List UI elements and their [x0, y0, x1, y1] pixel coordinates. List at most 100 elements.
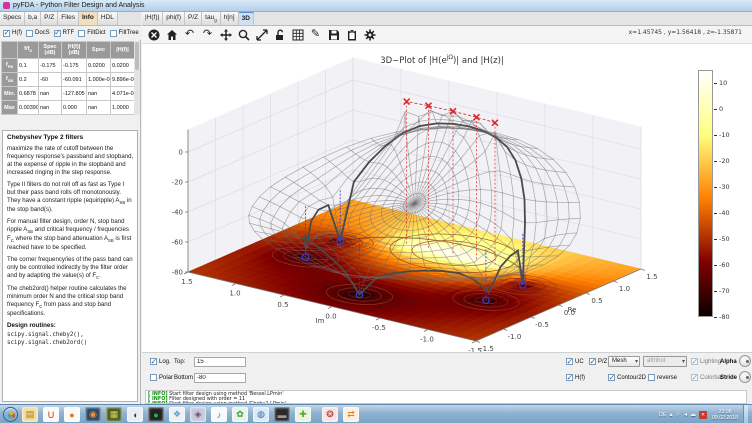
3d-surface-plot[interactable]: 0-20-40-60-801.51.00.50.0-0.5-1.0-1.5-1.… [142, 44, 752, 352]
lighting-checkbox[interactable]: Lighting [691, 358, 721, 365]
colorbar-tickmark [714, 187, 717, 188]
svg-text:1.5: 1.5 [646, 273, 657, 281]
taskbar-app-app-arrows[interactable]: ⇄ [343, 407, 359, 422]
svg-text:-0.5: -0.5 [372, 324, 386, 332]
filter-info-textbox[interactable]: Chebyshev Type 2 filters maximize the ra… [2, 130, 138, 402]
save-icon[interactable] [327, 28, 340, 41]
edit-pencil-icon[interactable]: ✎ [309, 28, 322, 41]
taskbar-app-spotify[interactable]: ● [148, 407, 164, 422]
show-desktop-button[interactable] [743, 405, 748, 423]
colorbar-tick-label: -60 [719, 261, 730, 269]
tab-pz[interactable]: P/Z [41, 12, 58, 25]
taskbar-app-app-penguin[interactable]: ◖ [127, 407, 143, 422]
checkbox-box [26, 30, 33, 37]
taskbar-app-app-update[interactable]: ✚ [295, 407, 311, 422]
uc-checkbox[interactable]: UC [566, 358, 584, 365]
resize-icon[interactable] [255, 28, 268, 41]
stride-dial[interactable] [739, 371, 751, 383]
subplot-grid-icon[interactable] [291, 28, 304, 41]
svg-text:-0.5: -0.5 [535, 321, 549, 329]
tab-files[interactable]: Files [58, 12, 79, 25]
info-paragraph: Type II filters do not roll off as fast … [7, 181, 134, 214]
plot-mode-select[interactable]: Mesh [608, 356, 640, 367]
tab-phi[interactable]: phi(f) [163, 12, 185, 25]
table-scrollbar[interactable] [134, 41, 140, 115]
window-titlebar[interactable]: pyFDA - Python Filter Design and Analysi… [0, 0, 752, 12]
cell: 0.1 [18, 59, 39, 73]
tray-icon[interactable]: ▴ [670, 411, 673, 418]
polar-checkbox[interactable]: Polar [150, 374, 173, 381]
top-input[interactable] [194, 357, 246, 367]
tab-specs[interactable]: Specs [0, 12, 25, 25]
zoom-icon[interactable] [237, 28, 250, 41]
table-row: fSB 0.2 -60 -60.091 1.000e-03 9.896e-04 [2, 73, 135, 87]
taskbar-app-utorrent[interactable]: U [43, 407, 59, 422]
contour2d-checkbox[interactable]: Contour2D [608, 374, 646, 381]
settings-gear-icon[interactable] [363, 28, 376, 41]
taskbar-app-app-wheel[interactable]: ❂ [322, 407, 338, 422]
undo-arrow-icon[interactable]: ↶ [183, 28, 196, 41]
tab-taug[interactable]: taug [202, 12, 221, 25]
tab-ba[interactable]: b,a [25, 12, 41, 25]
clipboard-icon[interactable] [345, 28, 358, 41]
alpha-dial[interactable] [739, 355, 751, 367]
pz-checkbox[interactable]: P/Z [589, 358, 607, 365]
cell: 0.000 [62, 101, 87, 115]
checkbox-filttree[interactable]: FiltTree [110, 30, 139, 37]
checkbox-label: RTF [63, 30, 75, 36]
svg-text:-1.0: -1.0 [508, 333, 522, 341]
tab-info[interactable]: Info [79, 12, 98, 25]
log-checkbox[interactable]: Log. [150, 358, 171, 365]
cell: -60 [39, 73, 62, 87]
home-icon[interactable] [165, 28, 178, 41]
panel-splitter-handle[interactable]: ⬤ ⬤ ⬤ [0, 122, 141, 128]
start-button[interactable] [3, 407, 18, 422]
taskbar-app-firefox[interactable]: ◉ [85, 407, 101, 422]
taskbar-clock[interactable]: 23:08 09.02.2018 [710, 409, 740, 421]
plot-canvas-area[interactable]: 0-20-40-60-801.51.00.50.0-0.5-1.0-1.5-1.… [142, 44, 752, 352]
colormap-select[interactable]: afmhot [643, 356, 687, 367]
colorbar-checkbox[interactable]: Colorbar [691, 374, 723, 381]
tray-icon[interactable]: ⚐ [676, 411, 681, 418]
row-label-fsb: fSB [2, 73, 18, 87]
checkbox-filtdict[interactable]: FiltDict [78, 30, 105, 37]
col-header-spec-db: Spec (dB) [39, 42, 62, 59]
close-icon[interactable] [147, 28, 160, 41]
desktop: pyFDA - Python Filter Design and Analysi… [0, 0, 752, 423]
checkbox-hf[interactable]: H(f) [3, 30, 22, 37]
tab-pz-plot[interactable]: P/Z [185, 12, 202, 25]
checkbox-rtf[interactable]: RTF [54, 30, 75, 37]
taskbar-app-app-globe[interactable]: ◍ [253, 407, 269, 422]
language-indicator[interactable]: DE [659, 412, 667, 418]
plot-toolbar: ↶ ↷ ✎ x=1.45745 , y=1.56418 , z=-1.35871 [142, 26, 752, 44]
tab-hdl[interactable]: HDL [98, 12, 118, 25]
checkbox-docs[interactable]: DocS [26, 30, 50, 37]
cell: 0.0200 [111, 59, 135, 73]
col-header-hf-db: |H(f)| (dB) [62, 42, 87, 59]
taskbar-app-app-orange-dot[interactable]: ● [64, 407, 80, 422]
reverse-checkbox[interactable]: reverse [648, 374, 677, 381]
taskbar-app-app-colors[interactable]: ❖ [169, 407, 185, 422]
pan-icon[interactable] [219, 28, 232, 41]
taskbar-app-itunes[interactable]: ♪ [211, 407, 227, 422]
taskbar-app-app-olive[interactable]: ▦ [106, 407, 122, 422]
tray-icon[interactable]: ☁ [690, 411, 696, 418]
colorbar-tickmark [714, 239, 717, 240]
tray-badge-icon[interactable]: ✕ [699, 411, 707, 419]
taskbar-app-app-display[interactable]: ▬ [274, 407, 290, 422]
redo-arrow-icon[interactable]: ↷ [201, 28, 214, 41]
taskbar-app-explorer[interactable]: ▤ [22, 407, 38, 422]
hf-checkbox[interactable]: H(f) [566, 374, 585, 381]
svg-text:0.5: 0.5 [591, 297, 602, 305]
tab-3d[interactable]: 3D [239, 12, 254, 25]
taskbar-app-app-green[interactable]: ✿ [232, 407, 248, 422]
taskbar-app-app-gray[interactable]: ◈ [190, 407, 206, 422]
tab-hn[interactable]: h[n] [221, 12, 239, 25]
scrollbar-thumb[interactable] [135, 42, 139, 70]
tray-icon[interactable]: ◂ [684, 411, 687, 418]
bottom-input[interactable] [194, 373, 246, 383]
tab-hf-plot[interactable]: |H(f)| [142, 12, 163, 25]
log-console[interactable]: [ INFO] Start filter design using method… [145, 390, 747, 404]
svg-text:-60: -60 [172, 239, 183, 247]
lock-open-icon[interactable] [273, 28, 286, 41]
